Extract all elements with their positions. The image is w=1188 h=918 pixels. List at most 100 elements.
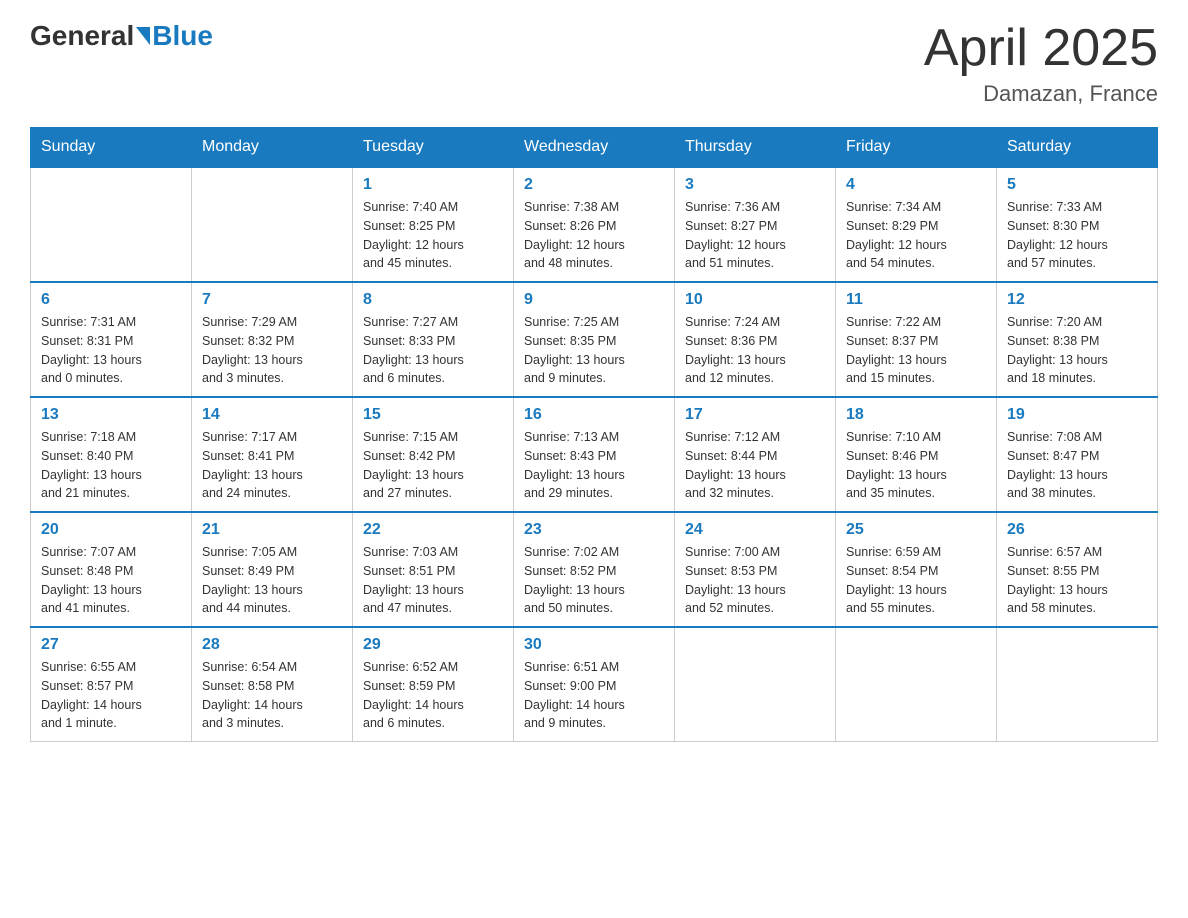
- day-info: Sunrise: 7:10 AMSunset: 8:46 PMDaylight:…: [846, 428, 986, 503]
- day-info: Sunrise: 7:24 AMSunset: 8:36 PMDaylight:…: [685, 313, 825, 388]
- title-area: April 2025 Damazan, France: [924, 20, 1158, 107]
- day-number: 19: [1007, 406, 1147, 424]
- day-number: 4: [846, 176, 986, 194]
- day-number: 23: [524, 521, 664, 539]
- logo: General Blue: [30, 20, 213, 52]
- day-info: Sunrise: 7:27 AMSunset: 8:33 PMDaylight:…: [363, 313, 503, 388]
- calendar-table: SundayMondayTuesdayWednesdayThursdayFrid…: [30, 127, 1158, 742]
- day-number: 26: [1007, 521, 1147, 539]
- calendar-cell: 6Sunrise: 7:31 AMSunset: 8:31 PMDaylight…: [31, 282, 192, 397]
- calendar-cell: 28Sunrise: 6:54 AMSunset: 8:58 PMDayligh…: [192, 627, 353, 742]
- day-number: 10: [685, 291, 825, 309]
- calendar-cell: 1Sunrise: 7:40 AMSunset: 8:25 PMDaylight…: [353, 167, 514, 282]
- day-info: Sunrise: 7:22 AMSunset: 8:37 PMDaylight:…: [846, 313, 986, 388]
- day-number: 17: [685, 406, 825, 424]
- calendar-cell: 29 Sunrise: 6:52 AMSunset: 8:59 PMDayligh…: [353, 627, 514, 742]
- calendar-week-row: 1Sunrise: 7:40 AMSunset: 8:25 PMDaylight…: [31, 167, 1158, 282]
- calendar-header-row: SundayMondayTuesdayWednesdayThursdayFrid…: [31, 128, 1158, 168]
- day-info: Sunrise: 7:13 AMSunset: 8:43 PMDaylight:…: [524, 428, 664, 503]
- day-number: 5: [1007, 176, 1147, 194]
- day-number: 22: [363, 521, 503, 539]
- day-number: 14: [202, 406, 342, 424]
- calendar-header-tuesday: Tuesday: [353, 128, 514, 168]
- day-info: Sunrise: 7:07 AMSunset: 8:48 PMDaylight:…: [41, 543, 181, 618]
- day-info: Sunrise: 7:05 AMSunset: 8:49 PMDaylight:…: [202, 543, 342, 618]
- day-number: 24: [685, 521, 825, 539]
- day-info: Sunrise: 7:25 AMSunset: 8:35 PMDaylight:…: [524, 313, 664, 388]
- calendar-cell: 24 Sunrise: 7:00 AMSunset: 8:53 PMDayligh…: [675, 512, 836, 627]
- month-year-title: April 2025: [924, 20, 1158, 77]
- calendar-header-sunday: Sunday: [31, 128, 192, 168]
- calendar-cell: 27 Sunrise: 6:55 AMSunset: 8:57 PMDayligh…: [31, 627, 192, 742]
- day-number: 27: [41, 636, 181, 654]
- logo-general-text: General: [30, 20, 134, 52]
- calendar-cell: 23 Sunrise: 7:02 AMSunset: 8:52 PMDayligh…: [514, 512, 675, 627]
- day-number: 29: [363, 636, 503, 654]
- calendar-header-wednesday: Wednesday: [514, 128, 675, 168]
- calendar-cell: 17 Sunrise: 7:12 AMSunset: 8:44 PMDayligh…: [675, 397, 836, 512]
- calendar-cell: 26 Sunrise: 6:57 AMSunset: 8:55 PMDayligh…: [997, 512, 1158, 627]
- calendar-cell: 2 Sunrise: 7:38 AMSunset: 8:26 PMDaylight…: [514, 167, 675, 282]
- calendar-cell: 5 Sunrise: 7:33 AMSunset: 8:30 PMDaylight…: [997, 167, 1158, 282]
- calendar-cell: 4 Sunrise: 7:34 AMSunset: 8:29 PMDaylight…: [836, 167, 997, 282]
- day-info: Sunrise: 6:57 AMSunset: 8:55 PMDaylight:…: [1007, 543, 1147, 618]
- day-number: 20: [41, 521, 181, 539]
- location-subtitle: Damazan, France: [924, 81, 1158, 107]
- calendar-header-saturday: Saturday: [997, 128, 1158, 168]
- day-info: Sunrise: 6:59 AMSunset: 8:54 PMDaylight:…: [846, 543, 986, 618]
- day-info: Sunrise: 7:18 AMSunset: 8:40 PMDaylight:…: [41, 428, 181, 503]
- day-number: 2: [524, 176, 664, 194]
- calendar-cell: 25 Sunrise: 6:59 AMSunset: 8:54 PMDayligh…: [836, 512, 997, 627]
- page-header: General Blue April 2025 Damazan, France: [30, 20, 1158, 107]
- calendar-week-row: 13Sunrise: 7:18 AMSunset: 8:40 PMDayligh…: [31, 397, 1158, 512]
- calendar-header-monday: Monday: [192, 128, 353, 168]
- day-info: Sunrise: 6:55 AMSunset: 8:57 PMDaylight:…: [41, 658, 181, 733]
- calendar-header-thursday: Thursday: [675, 128, 836, 168]
- calendar-cell: 9 Sunrise: 7:25 AMSunset: 8:35 PMDaylight…: [514, 282, 675, 397]
- day-info: Sunrise: 7:08 AMSunset: 8:47 PMDaylight:…: [1007, 428, 1147, 503]
- calendar-cell: 8Sunrise: 7:27 AMSunset: 8:33 PMDaylight…: [353, 282, 514, 397]
- day-number: 25: [846, 521, 986, 539]
- day-info: Sunrise: 6:52 AMSunset: 8:59 PMDaylight:…: [363, 658, 503, 733]
- day-number: 30: [524, 636, 664, 654]
- day-number: 18: [846, 406, 986, 424]
- day-number: 12: [1007, 291, 1147, 309]
- calendar-cell: 10 Sunrise: 7:24 AMSunset: 8:36 PMDayligh…: [675, 282, 836, 397]
- calendar-cell: [192, 167, 353, 282]
- day-info: Sunrise: 7:03 AMSunset: 8:51 PMDaylight:…: [363, 543, 503, 618]
- calendar-cell: 3Sunrise: 7:36 AMSunset: 8:27 PMDaylight…: [675, 167, 836, 282]
- day-info: Sunrise: 7:34 AMSunset: 8:29 PMDaylight:…: [846, 198, 986, 273]
- calendar-header-friday: Friday: [836, 128, 997, 168]
- day-info: Sunrise: 7:12 AMSunset: 8:44 PMDaylight:…: [685, 428, 825, 503]
- day-number: 28: [202, 636, 342, 654]
- day-info: Sunrise: 7:36 AMSunset: 8:27 PMDaylight:…: [685, 198, 825, 273]
- day-info: Sunrise: 7:00 AMSunset: 8:53 PMDaylight:…: [685, 543, 825, 618]
- calendar-cell: 12 Sunrise: 7:20 AMSunset: 8:38 PMDayligh…: [997, 282, 1158, 397]
- day-info: Sunrise: 7:15 AMSunset: 8:42 PMDaylight:…: [363, 428, 503, 503]
- calendar-cell: 16 Sunrise: 7:13 AMSunset: 8:43 PMDayligh…: [514, 397, 675, 512]
- calendar-cell: 22 Sunrise: 7:03 AMSunset: 8:51 PMDayligh…: [353, 512, 514, 627]
- day-info: Sunrise: 7:20 AMSunset: 8:38 PMDaylight:…: [1007, 313, 1147, 388]
- day-number: 21: [202, 521, 342, 539]
- day-info: Sunrise: 7:38 AMSunset: 8:26 PMDaylight:…: [524, 198, 664, 273]
- calendar-cell: [675, 627, 836, 742]
- calendar-cell: 15Sunrise: 7:15 AMSunset: 8:42 PMDayligh…: [353, 397, 514, 512]
- day-info: Sunrise: 7:31 AMSunset: 8:31 PMDaylight:…: [41, 313, 181, 388]
- calendar-cell: 20 Sunrise: 7:07 AMSunset: 8:48 PMDayligh…: [31, 512, 192, 627]
- day-info: Sunrise: 7:17 AMSunset: 8:41 PMDaylight:…: [202, 428, 342, 503]
- day-info: Sunrise: 7:02 AMSunset: 8:52 PMDaylight:…: [524, 543, 664, 618]
- day-number: 9: [524, 291, 664, 309]
- day-info: Sunrise: 7:33 AMSunset: 8:30 PMDaylight:…: [1007, 198, 1147, 273]
- logo-triangle-icon: [136, 27, 150, 45]
- calendar-cell: [31, 167, 192, 282]
- calendar-week-row: 6Sunrise: 7:31 AMSunset: 8:31 PMDaylight…: [31, 282, 1158, 397]
- day-number: 11: [846, 291, 986, 309]
- calendar-cell: [997, 627, 1158, 742]
- calendar-cell: 19 Sunrise: 7:08 AMSunset: 8:47 PMDayligh…: [997, 397, 1158, 512]
- calendar-cell: 11 Sunrise: 7:22 AMSunset: 8:37 PMDayligh…: [836, 282, 997, 397]
- calendar-cell: 7Sunrise: 7:29 AMSunset: 8:32 PMDaylight…: [192, 282, 353, 397]
- day-number: 7: [202, 291, 342, 309]
- day-number: 16: [524, 406, 664, 424]
- calendar-cell: 18 Sunrise: 7:10 AMSunset: 8:46 PMDayligh…: [836, 397, 997, 512]
- calendar-cell: 21 Sunrise: 7:05 AMSunset: 8:49 PMDayligh…: [192, 512, 353, 627]
